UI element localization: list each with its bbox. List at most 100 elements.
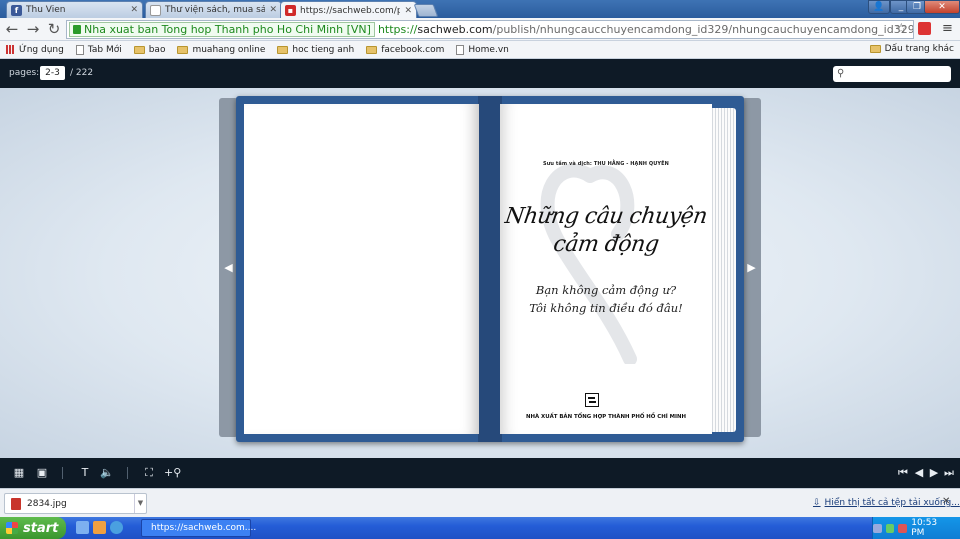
new-tab-button[interactable] xyxy=(413,4,439,17)
last-page-icon[interactable]: ⏭ xyxy=(942,466,956,480)
tab-thu-vien-sach[interactable]: Thư viện sách, mua sách, th ✕ xyxy=(145,1,282,18)
show-all-label: Hiển thị tất cả tệp tải xuống... xyxy=(824,498,960,508)
bookmark-hoc-tieng-anh[interactable]: hoc tieng anh xyxy=(277,45,354,55)
page-number-input[interactable]: 2-3 xyxy=(40,66,65,80)
clock: 10:53 PM xyxy=(911,518,938,538)
network-icon[interactable] xyxy=(873,523,882,533)
taskbar-chrome-window[interactable]: https://sachweb.com.... xyxy=(141,519,256,537)
download-item[interactable]: 2834.jpg ▼ xyxy=(4,493,147,514)
tab-title: https://sachweb.com/publis xyxy=(300,5,401,16)
bookmarks-bar: Ứng dụng Tab Mới bao muahang online hoc … xyxy=(0,41,960,59)
facebook-icon: f xyxy=(11,4,22,16)
total-pages: / 222 xyxy=(70,68,94,78)
toolbar-divider xyxy=(62,467,63,479)
bookmark-label: hoc tieng anh xyxy=(292,44,355,55)
save-icon[interactable]: ▣ xyxy=(35,466,49,480)
star-icon[interactable]: ☆ xyxy=(895,21,908,37)
chevron-down-icon[interactable]: ▼ xyxy=(134,494,146,513)
book-title-line1: Những câu chuyện xyxy=(503,204,709,229)
antivirus-icon[interactable] xyxy=(898,523,908,533)
quicklaunch-icon[interactable] xyxy=(93,521,106,534)
reload-icon[interactable]: ↻ xyxy=(45,21,63,39)
menu-icon[interactable]: ≡ xyxy=(942,21,953,36)
folder-icon xyxy=(366,45,378,54)
page-icon xyxy=(75,44,84,55)
download-arrow-icon: ⇩ xyxy=(813,498,821,508)
book-page-left[interactable] xyxy=(244,104,479,434)
bookmark-muahang[interactable]: muahang online xyxy=(177,45,265,55)
folder-icon xyxy=(177,45,189,54)
tab-sachweb[interactable]: ▪ https://sachweb.com/publis ✕ xyxy=(280,1,417,19)
extension-icon[interactable] xyxy=(918,22,931,35)
url-host: sachweb.com xyxy=(417,23,493,36)
page-icon xyxy=(150,4,161,16)
url-text[interactable]: https://sachweb.com/publish/nhungcaucchu… xyxy=(375,23,913,36)
folder-icon xyxy=(277,45,289,54)
close-window-button[interactable]: ✕ xyxy=(924,0,960,14)
thumbnails-icon[interactable]: ▦ xyxy=(12,466,26,480)
user-icon[interactable]: 👤 xyxy=(868,0,890,14)
bookmark-bao[interactable]: bao xyxy=(133,44,166,55)
next-page-icon[interactable]: ▶ xyxy=(927,466,941,480)
first-page-icon[interactable]: ⏮ xyxy=(896,466,910,480)
book-stage: ◀ ▶ Sưu tầm và dịch: THU HẰNG - HẠNH QUY… xyxy=(0,88,960,458)
book-page-right[interactable]: Sưu tầm và dịch: THU HẰNG - HẠNH QUYÊN N… xyxy=(500,104,712,434)
next-page-arrow[interactable]: ▶ xyxy=(742,98,761,437)
tray-icon[interactable] xyxy=(885,523,895,533)
viewer-bottom-bar: ▦ ▣ T 🔈 ⛶ +⚲ ⏮ ◀ ▶ ⏭ xyxy=(0,458,960,488)
back-arrow-icon[interactable]: ← xyxy=(3,21,21,39)
heart-illustration xyxy=(540,164,637,364)
book-publisher: NHÀ XUẤT BẢN TỔNG HỢP THÀNH PHỐ HỒ CHÍ M… xyxy=(525,414,687,420)
viewer-top-bar: pages: 2-3 / 222 ⚲ xyxy=(0,59,960,88)
download-shelf: 2834.jpg ▼ ⇩ Hiển thị tất cả tệp tải xuố… xyxy=(0,488,960,517)
bookmark-home-vn[interactable]: Home.vn xyxy=(456,44,509,55)
bookmark-tab-moi[interactable]: Tab Mới xyxy=(75,44,122,55)
show-desktop-icon[interactable] xyxy=(76,521,89,534)
book-spine xyxy=(478,96,502,442)
show-all-downloads-link[interactable]: ⇩ Hiển thị tất cả tệp tải xuống... xyxy=(813,498,960,508)
prev-page-icon[interactable]: ◀ xyxy=(912,466,926,480)
folder-icon xyxy=(133,45,145,54)
ev-certificate-badge[interactable]: Nha xuat ban Tong hop Thanh pho Ho Chi M… xyxy=(69,22,375,37)
folder-icon xyxy=(869,45,881,53)
ev-name: Nha xuat ban Tong hop Thanh pho Ho Chi M… xyxy=(84,22,371,36)
page-icon xyxy=(456,44,465,55)
system-tray: 10:53 PM xyxy=(872,517,960,539)
pages-label: pages: xyxy=(9,68,40,78)
text-icon[interactable]: T xyxy=(78,466,92,480)
url-path: /publish/nhungcaucchuyencamdong_id329/nh… xyxy=(492,23,913,36)
tab-title: Thu Vien xyxy=(26,5,66,15)
bookmark-label: Home.vn xyxy=(468,44,509,55)
tab-thu-vien[interactable]: f Thu Vien ✕ xyxy=(6,1,143,18)
viewer-search-input[interactable]: ⚲ xyxy=(833,66,951,82)
close-icon[interactable]: ✕ xyxy=(269,5,277,15)
bookmark-label: facebook.com xyxy=(381,44,445,55)
windows-taskbar: start https://sachweb.com.... 10:53 PM xyxy=(0,517,960,539)
close-icon[interactable]: ✕ xyxy=(942,496,950,507)
bookmark-label: bao xyxy=(148,44,166,55)
image-file-icon xyxy=(11,497,21,510)
close-icon[interactable]: ✕ xyxy=(404,6,412,16)
book-subtitle-line2: Tôi không tin điều đó đâu! xyxy=(529,301,683,315)
tab-strip: f Thu Vien ✕ Thư viện sách, mua sách, th… xyxy=(0,0,960,19)
sachweb-icon: ▪ xyxy=(285,5,296,16)
bookmark-apps[interactable]: Ứng dụng xyxy=(6,45,64,55)
fullscreen-icon[interactable]: ⛶ xyxy=(142,466,156,480)
search-icon: ⚲ xyxy=(837,68,845,79)
sound-icon[interactable]: 🔈 xyxy=(100,466,114,480)
forward-arrow-icon[interactable]: → xyxy=(24,21,42,39)
download-file-name: 2834.jpg xyxy=(27,498,67,509)
task-title: https://sachweb.com.... xyxy=(151,523,257,533)
bookmark-facebook[interactable]: facebook.com xyxy=(366,45,444,55)
windows-logo-icon xyxy=(6,522,18,534)
zoom-in-icon[interactable]: +⚲ xyxy=(164,466,181,480)
close-icon[interactable]: ✕ xyxy=(130,5,138,15)
bookmark-label: muahang online xyxy=(192,44,266,55)
start-button[interactable]: start xyxy=(0,517,66,539)
bookmark-label: Tab Mới xyxy=(87,44,122,55)
address-bar[interactable]: Nha xuat ban Tong hop Thanh pho Ho Chi M… xyxy=(66,20,914,39)
internet-explorer-icon[interactable] xyxy=(110,521,123,534)
toolbar-divider xyxy=(127,467,128,479)
browser-toolbar: ← → ↻ Nha xuat ban Tong hop Thanh pho Ho… xyxy=(0,18,960,41)
bookmark-other[interactable]: Dấu trang khác xyxy=(869,44,954,54)
